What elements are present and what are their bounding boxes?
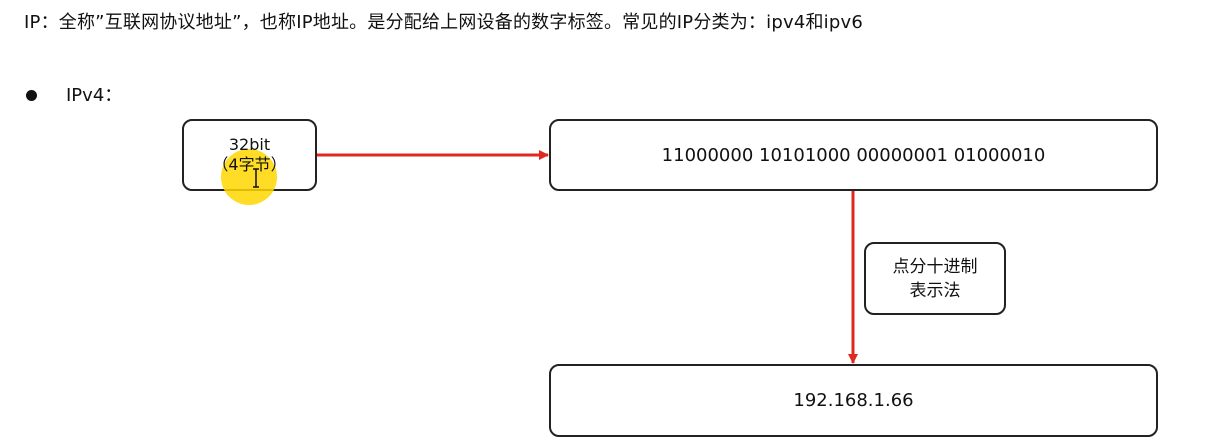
decimal-address-box: 192.168.1.66 [549, 364, 1158, 437]
bullet-icon [26, 90, 37, 101]
notation-method-line1: 点分十进制 [892, 256, 978, 277]
bit-size-line2: （4字节） [212, 155, 287, 174]
ipv4-heading: IPv4： [66, 85, 123, 106]
intro-text: IP：全称”互联网协议地址”，也称IP地址。是分配给上网设备的数字标签。常见的I… [24, 12, 863, 33]
binary-address-box: 11000000 10101000 00000001 01000010 [549, 119, 1158, 191]
decimal-address-text: 192.168.1.66 [793, 390, 914, 411]
notation-method-box: 点分十进制 表示法 [864, 242, 1006, 315]
i-beam-cursor-icon [253, 168, 259, 188]
bit-size-box: 32bit （4字节） [182, 119, 317, 205]
binary-address-text: 11000000 10101000 00000001 01000010 [661, 144, 1046, 166]
bit-size-line1: 32bit [228, 135, 271, 154]
notation-method-line2: 表示法 [909, 280, 961, 301]
